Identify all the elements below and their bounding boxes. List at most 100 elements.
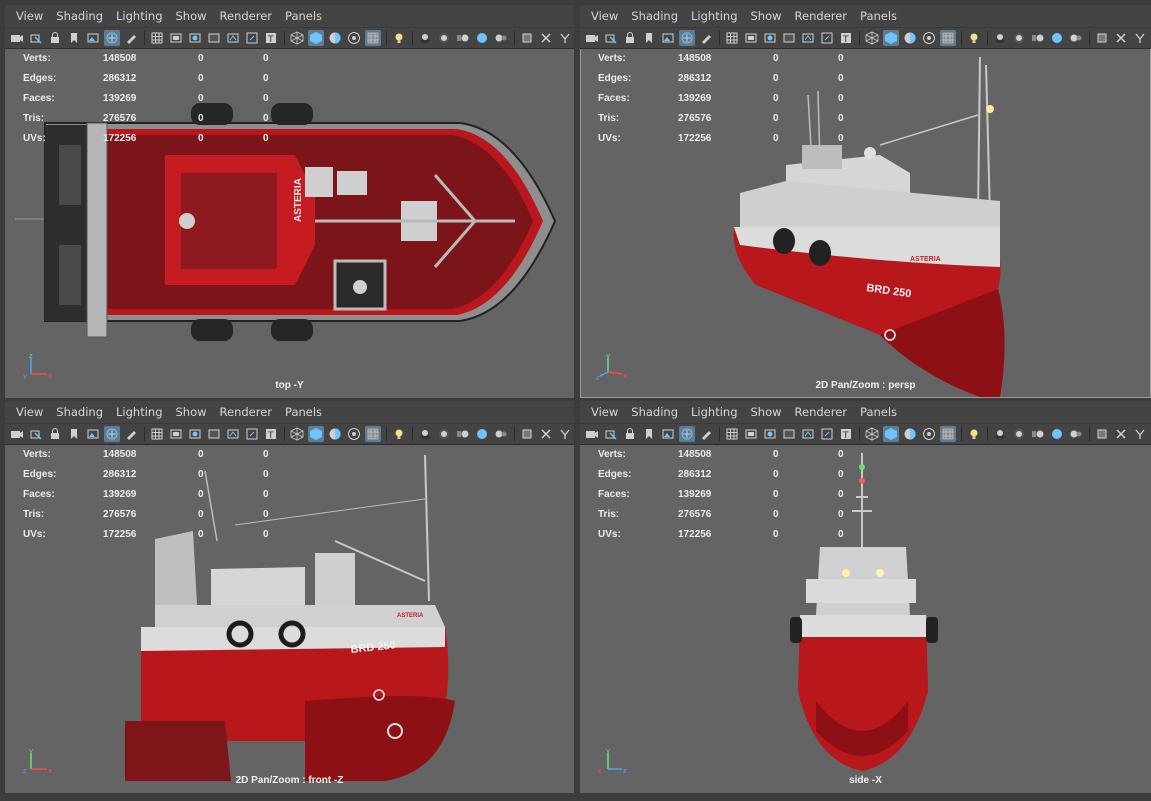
bookmark-icon[interactable]: [641, 30, 657, 46]
grid-icon[interactable]: [149, 426, 165, 442]
wireframe-icon[interactable]: [864, 426, 880, 442]
menu-renderer[interactable]: Renderer: [220, 9, 273, 23]
select-camera-icon[interactable]: [603, 30, 619, 46]
menu-renderer[interactable]: Renderer: [220, 405, 273, 419]
xray-icon[interactable]: [346, 426, 362, 442]
film-gate-icon[interactable]: [743, 30, 759, 46]
smooth-shade-icon[interactable]: [883, 30, 899, 46]
image-plane-icon[interactable]: [660, 30, 676, 46]
gate-mask-icon[interactable]: [206, 426, 222, 442]
xray-joints-icon[interactable]: [365, 30, 381, 46]
menu-shading[interactable]: Shading: [56, 9, 103, 23]
safe-title-icon[interactable]: T: [838, 426, 854, 442]
shadows-icon[interactable]: [417, 30, 433, 46]
depth-of-field-icon[interactable]: [493, 30, 509, 46]
depth-of-field-icon[interactable]: [1068, 426, 1084, 442]
gamma-icon[interactable]: [1132, 30, 1148, 46]
gamma-icon[interactable]: [1132, 426, 1148, 442]
menu-panels[interactable]: Panels: [860, 405, 897, 419]
motion-blur-icon[interactable]: [455, 426, 471, 442]
select-camera-icon[interactable]: [28, 30, 44, 46]
menu-panels[interactable]: Panels: [285, 405, 322, 419]
resolution-gate-icon[interactable]: [187, 30, 203, 46]
menu-lighting[interactable]: Lighting: [691, 9, 737, 23]
viewport-top[interactable]: ASTERIA z y x View Shading Lighting Show…: [5, 5, 574, 398]
gate-mask-icon[interactable]: [206, 30, 222, 46]
xray-active-icon[interactable]: [1113, 426, 1129, 442]
resolution-gate-icon[interactable]: [762, 426, 778, 442]
grease-pencil-icon[interactable]: [698, 30, 714, 46]
safe-title-icon[interactable]: T: [838, 30, 854, 46]
pan-zoom-icon[interactable]: [679, 30, 695, 46]
film-gate-icon[interactable]: [168, 426, 184, 442]
motion-blur-icon[interactable]: [455, 30, 471, 46]
xray-active-icon[interactable]: [1113, 30, 1129, 46]
lights-icon[interactable]: [966, 426, 982, 442]
menu-view[interactable]: View: [16, 405, 43, 419]
ambient-occlusion-icon[interactable]: [1011, 426, 1027, 442]
lock-camera-icon[interactable]: [47, 30, 63, 46]
depth-of-field-icon[interactable]: [1068, 30, 1084, 46]
resolution-gate-icon[interactable]: [187, 426, 203, 442]
smooth-shade-icon[interactable]: [308, 426, 324, 442]
default-material-icon[interactable]: [902, 30, 918, 46]
xray-joints-icon[interactable]: [365, 426, 381, 442]
field-chart-icon[interactable]: [800, 30, 816, 46]
camera-icon[interactable]: [584, 426, 600, 442]
grid-icon[interactable]: [149, 30, 165, 46]
lock-camera-icon[interactable]: [622, 426, 638, 442]
antialias-icon[interactable]: [1049, 426, 1065, 442]
safe-title-icon[interactable]: T: [263, 30, 279, 46]
default-material-icon[interactable]: [327, 426, 343, 442]
antialias-icon[interactable]: [1049, 30, 1065, 46]
menu-shading[interactable]: Shading: [631, 405, 678, 419]
default-material-icon[interactable]: [327, 30, 343, 46]
isolate-icon[interactable]: [519, 30, 535, 46]
viewport-front[interactable]: BRD 250 ASTERIA y z x View Shading Light…: [5, 401, 574, 793]
grease-pencil-icon[interactable]: [123, 30, 139, 46]
lights-icon[interactable]: [391, 426, 407, 442]
film-gate-icon[interactable]: [743, 426, 759, 442]
image-plane-icon[interactable]: [85, 426, 101, 442]
motion-blur-icon[interactable]: [1030, 30, 1046, 46]
pan-zoom-icon[interactable]: [679, 426, 695, 442]
safe-action-icon[interactable]: [819, 30, 835, 46]
lock-camera-icon[interactable]: [47, 426, 63, 442]
menu-show[interactable]: Show: [176, 405, 207, 419]
bookmark-icon[interactable]: [66, 426, 82, 442]
default-material-icon[interactable]: [902, 426, 918, 442]
smooth-shade-icon[interactable]: [883, 426, 899, 442]
lights-icon[interactable]: [966, 30, 982, 46]
viewport-persp[interactable]: ASTERIA BRD 250 y z x View Shading Light…: [580, 5, 1151, 398]
lock-camera-icon[interactable]: [622, 30, 638, 46]
safe-title-icon[interactable]: T: [263, 426, 279, 442]
menu-panels[interactable]: Panels: [860, 9, 897, 23]
xray-active-icon[interactable]: [538, 426, 554, 442]
camera-icon[interactable]: [584, 30, 600, 46]
field-chart-icon[interactable]: [225, 426, 241, 442]
menu-show[interactable]: Show: [176, 9, 207, 23]
ambient-occlusion-icon[interactable]: [1011, 30, 1027, 46]
menu-show[interactable]: Show: [751, 9, 782, 23]
camera-icon[interactable]: [9, 426, 25, 442]
menu-renderer[interactable]: Renderer: [795, 405, 848, 419]
isolate-icon[interactable]: [1094, 30, 1110, 46]
gamma-icon[interactable]: [557, 30, 573, 46]
safe-action-icon[interactable]: [819, 426, 835, 442]
xray-joints-icon[interactable]: [940, 30, 956, 46]
ambient-occlusion-icon[interactable]: [436, 426, 452, 442]
menu-lighting[interactable]: Lighting: [116, 9, 162, 23]
wireframe-icon[interactable]: [289, 30, 305, 46]
shadows-icon[interactable]: [992, 426, 1008, 442]
xray-icon[interactable]: [346, 30, 362, 46]
xray-joints-icon[interactable]: [940, 426, 956, 442]
antialias-icon[interactable]: [474, 426, 490, 442]
field-chart-icon[interactable]: [225, 30, 241, 46]
bookmark-icon[interactable]: [641, 426, 657, 442]
xray-icon[interactable]: [921, 30, 937, 46]
isolate-icon[interactable]: [1094, 426, 1110, 442]
menu-panels[interactable]: Panels: [285, 9, 322, 23]
bookmark-icon[interactable]: [66, 30, 82, 46]
menu-shading[interactable]: Shading: [631, 9, 678, 23]
lights-icon[interactable]: [391, 30, 407, 46]
